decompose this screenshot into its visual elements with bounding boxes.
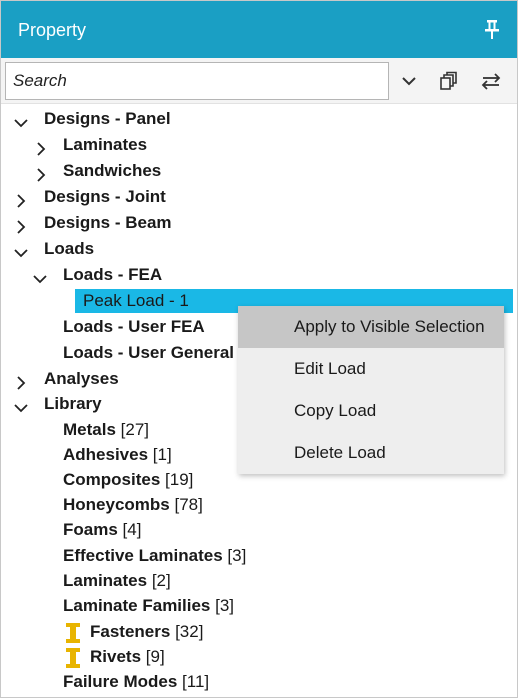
library-item-effective-laminates[interactable]: Effective Laminates [3] [1,543,517,569]
tree-node-label: Peak Load - 1 [83,291,189,310]
context-menu: Apply to Visible Selection Edit Load Cop… [238,306,504,474]
library-item-label: Laminate Families [63,596,211,615]
library-item-laminates[interactable]: Laminates [2] [1,568,517,594]
library-item-label: Laminates [63,571,148,590]
fastener-icon [66,623,80,643]
tree-node-label: Loads - User General [63,343,235,362]
tree-node-laminates[interactable]: Laminates [1,132,517,158]
tree-node-label: Designs - Beam [44,213,172,232]
library-item-count: [3] [227,546,247,565]
tree-node-label: Laminates [63,135,148,154]
chevron-right-icon[interactable] [14,216,28,234]
tree-node-label: Designs - Panel [44,109,171,128]
tree-node-label: Loads - User FEA [63,317,205,336]
library-item-count: [2] [151,571,171,590]
library-item-count: [11] [182,672,210,691]
library-item-foams[interactable]: Foams [4] [1,517,517,543]
library-item-count: [4] [122,520,142,539]
tree-node-designs-joint[interactable]: Designs - Joint [1,184,517,210]
menu-item-edit-load[interactable]: Edit Load [238,348,504,390]
library-item-failure-modes[interactable]: Failure Modes [11] [1,669,517,695]
library-item-label: Fasteners [90,622,171,641]
tree-node-label: Loads - FEA [63,265,163,284]
panel-title: Property [18,20,87,40]
library-item-label: Composites [63,470,161,489]
library-item-count: [32] [175,622,204,641]
library-item-count: [1] [152,445,172,464]
tree-node-loads-fea[interactable]: Loads - FEA [1,262,517,288]
library-item-label: Adhesives [63,445,149,464]
library-item-count: [9] [145,647,165,666]
tree-node-label: Analyses [44,369,119,388]
library-item-count: [27] [120,420,150,439]
chevron-down-icon[interactable] [14,397,28,413]
tree-node-loads[interactable]: Loads [1,236,517,262]
tree-node-label: Designs - Joint [44,187,166,206]
chevron-down-icon[interactable] [33,268,47,284]
chevron-down-icon[interactable] [397,69,421,93]
library-item-label: Failure Modes [63,672,178,691]
tree-node-label: Loads [44,239,95,258]
library-item-label: Honeycombs [63,495,170,514]
library-item-label: Rivets [90,647,142,666]
chevron-down-icon[interactable] [14,112,28,128]
library-item-label: Effective Laminates [63,546,223,565]
library-item-count: [3] [215,596,235,615]
library-item-label: Metals [63,420,116,439]
menu-item-delete-load[interactable]: Delete Load [238,432,504,474]
menu-item-copy-load[interactable]: Copy Load [238,390,504,432]
copy-icon[interactable] [437,69,461,93]
chevron-right-icon[interactable] [14,372,28,390]
tree-node-designs-panel[interactable]: Designs - Panel [1,106,517,132]
chevron-right-icon[interactable] [34,164,48,182]
tree-node-label: Sandwiches [63,161,162,180]
tree-node-label: Library [44,394,102,413]
tree-node-designs-beam[interactable]: Designs - Beam [1,210,517,236]
chevron-right-icon[interactable] [14,190,28,208]
library-item-label: Foams [63,520,118,539]
library-item-honeycombs[interactable]: Honeycombs [78] [1,492,517,518]
library-item-count: [78] [174,495,203,514]
chevron-right-icon[interactable] [34,138,48,156]
property-panel: Property Search Designs - Panel Laminate… [0,0,518,698]
search-input[interactable] [5,62,389,100]
tree-node-sandwiches[interactable]: Sandwiches [1,158,517,184]
library-item-rivets[interactable]: Rivets [9] [1,644,517,670]
library-item-laminate-families[interactable]: Laminate Families [3] [1,593,517,619]
chevron-down-icon[interactable] [14,242,28,258]
panel-header: Property [1,1,517,58]
library-item-count: [19] [165,470,194,489]
swap-arrows-icon[interactable] [479,69,503,93]
rivet-icon [66,648,80,668]
menu-item-apply-to-visible-selection[interactable]: Apply to Visible Selection [238,306,504,348]
pin-icon[interactable] [481,18,503,42]
library-item-fasteners[interactable]: Fasteners [32] [1,619,517,645]
search-toolbar [1,58,517,104]
